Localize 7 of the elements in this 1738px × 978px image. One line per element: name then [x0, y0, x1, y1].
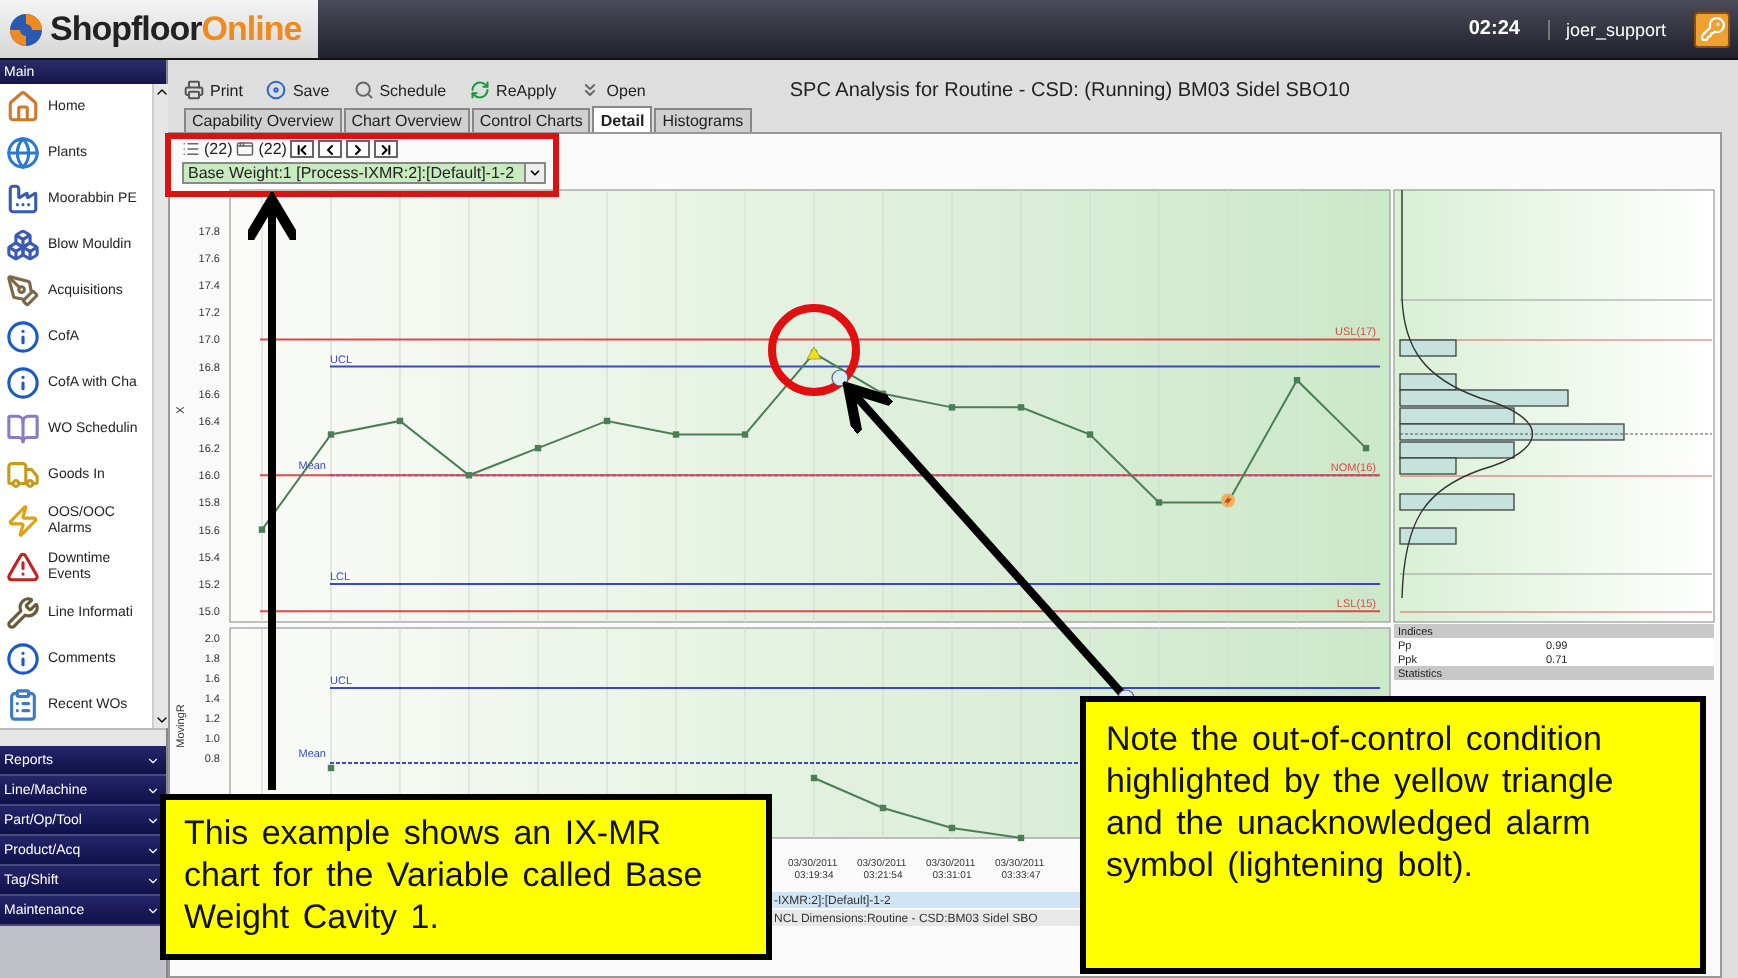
app-logo: ShopfloorOnline [50, 9, 302, 49]
callout-note: This example shows an IX-MR chart for the Variable called Base Weight Cavity 1. [160, 794, 772, 960]
callout-note: Note the out-of-control condition highlighted by the yellow triangle and the unacknowledged alarm symbol (lightening bolt). [1080, 696, 1706, 974]
page-title: SPC Analysis for Routine - CSD: (Running) BM03 Sidel SBO10 [789, 79, 1350, 101]
page-count: (22) [258, 140, 287, 158]
record-count: (22) [204, 140, 233, 158]
clock-time: 02:24 [1468, 18, 1520, 40]
